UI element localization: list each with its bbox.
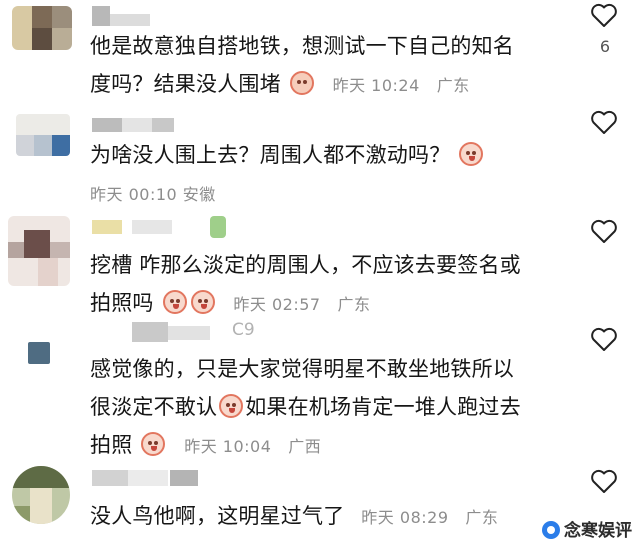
comment-item: C9 感觉像的，只是大家觉得明星不敢坐地铁所以 很淡定不敢认 如果在机场肯定一堆人… — [0, 318, 640, 458]
shocked-face-emoji — [459, 142, 484, 166]
watermark-logo-icon — [542, 521, 560, 539]
comment-time: 昨天 02:57 — [233, 295, 321, 314]
username-blurred[interactable] — [92, 114, 182, 134]
comment-location: 广东 — [337, 295, 371, 314]
heart-outline-icon — [591, 110, 617, 134]
like-button[interactable] — [590, 326, 618, 352]
heart-outline-icon — [591, 469, 617, 493]
crying-face-emoji — [141, 432, 166, 456]
like-count: 6 — [599, 37, 610, 56]
comment-text: 感觉像的，只是大家觉得明星不敢坐地铁所以 很淡定不敢认 如果在机场肯定一堆人跑过去… — [90, 350, 521, 466]
heart-outline-icon — [591, 3, 617, 27]
comment-time: 昨天 08:29 — [361, 508, 449, 527]
comment-line: 度吗？结果没人围堵 昨天 10:24 广东 — [90, 71, 470, 96]
heart-outline-icon — [591, 219, 617, 243]
like-button[interactable] — [590, 468, 618, 494]
username-blurred[interactable]: C9 — [132, 320, 272, 342]
like-button[interactable] — [590, 2, 618, 28]
like-button[interactable] — [590, 109, 618, 135]
watermark: 念寒娱评 — [542, 516, 632, 541]
comment-line: 很淡定不敢认 如果在机场肯定一堆人跑过去 — [90, 394, 521, 419]
avatar[interactable] — [8, 216, 70, 286]
comment-line: 为啥没人围上去？周围人都不激动吗？ — [90, 143, 451, 167]
comment-location: 安徽 — [182, 185, 216, 204]
comment-text: 挖槽 咋那么淡定的周围人，不应该去要签名或 拍照吗 昨天 02:57 广东 — [90, 246, 521, 324]
comment-line: 没人鸟他啊，这明星过气了 — [90, 504, 345, 528]
comment-time: 昨天 10:24 — [332, 76, 420, 95]
comment-item: 他是故意独自搭地铁，想测试一下自己的知名 度吗？结果没人围堵 昨天 10:24 … — [0, 0, 640, 105]
comment-text: 没人鸟他啊，这明星过气了 昨天 08:29 广东 — [90, 497, 498, 537]
avatar[interactable] — [16, 114, 70, 156]
avatar[interactable] — [12, 6, 72, 50]
comment-time: 昨天 00:10 — [90, 185, 178, 204]
username-blurred[interactable] — [92, 6, 152, 26]
comment-meta: 昨天 00:10 安徽 — [90, 181, 216, 205]
avatar[interactable] — [12, 466, 70, 524]
username-blurred[interactable] — [92, 216, 232, 238]
avatar[interactable] — [28, 342, 50, 364]
comment-item: 挖槽 咋那么淡定的周围人，不应该去要签名或 拍照吗 昨天 02:57 广东 — [0, 210, 640, 318]
heart-outline-icon — [591, 327, 617, 351]
like-button[interactable] — [590, 218, 618, 244]
crying-face-emoji — [162, 290, 187, 314]
crying-face-emoji — [219, 394, 244, 418]
comment-line: 挖槽 咋那么淡定的周围人，不应该去要签名或 — [90, 253, 521, 277]
comment-line: 感觉像的，只是大家觉得明星不敢坐地铁所以 — [90, 357, 514, 381]
comment-text: 他是故意独自搭地铁，想测试一下自己的知名 度吗？结果没人围堵 昨天 10:24 … — [90, 27, 514, 105]
comment-text: 为啥没人围上去？周围人都不激动吗？ — [90, 136, 485, 174]
username-blurred[interactable] — [92, 468, 202, 488]
comment-item: 为啥没人围上去？周围人都不激动吗？ 昨天 00:10 安徽 — [0, 105, 640, 210]
face-emoji — [289, 71, 314, 95]
comment-location: 广东 — [465, 508, 499, 527]
comment-time: 昨天 10:04 — [184, 437, 272, 456]
crying-face-emoji — [190, 290, 215, 314]
comment-location: 广西 — [288, 437, 322, 456]
comment-line: 他是故意独自搭地铁，想测试一下自己的知名 — [90, 34, 514, 58]
comment-location: 广东 — [436, 76, 470, 95]
